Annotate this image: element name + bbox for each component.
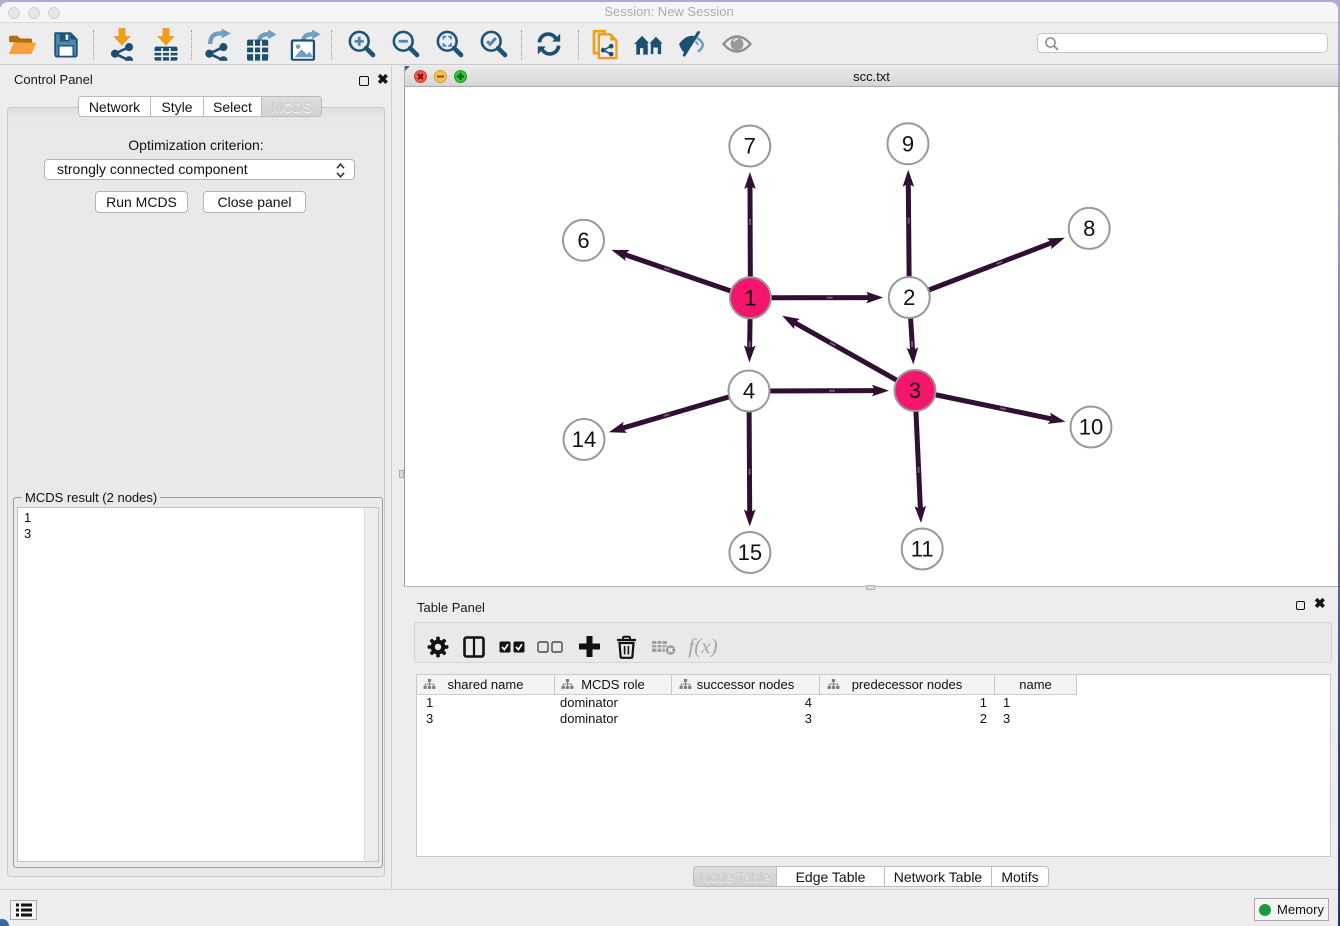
svg-text:2: 2 <box>903 285 915 310</box>
svg-text:6: 6 <box>577 228 589 253</box>
svg-text:11: 11 <box>911 537 934 562</box>
svg-text:14: 14 <box>572 427 596 452</box>
svg-text:1: 1 <box>744 285 756 310</box>
svg-text:4: 4 <box>743 379 755 404</box>
svg-text:9: 9 <box>902 131 914 156</box>
svg-text:15: 15 <box>738 540 762 565</box>
svg-text:7: 7 <box>744 134 756 159</box>
svg-text:3: 3 <box>909 378 921 403</box>
svg-text:10: 10 <box>1079 415 1103 440</box>
svg-text:8: 8 <box>1083 216 1095 241</box>
